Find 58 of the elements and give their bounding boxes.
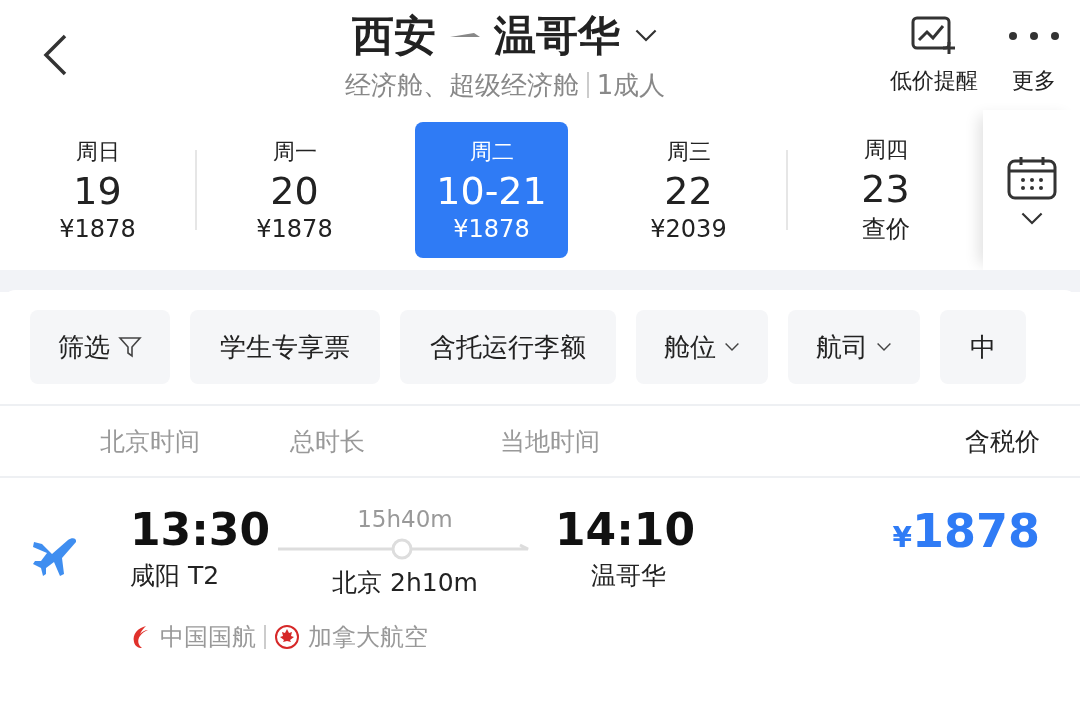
price-alert-button[interactable]: 低价提醒 (890, 14, 978, 96)
maple-leaf-logo-icon (274, 624, 300, 650)
filter-chip[interactable]: 筛选 (30, 310, 170, 384)
date-tab[interactable]: 周一 20 ¥1878 (218, 122, 371, 258)
arrival-city: 温哥华 (590, 560, 667, 592)
filter-chip[interactable]: 中 (940, 310, 1026, 384)
arrival-time: 14:10 (555, 504, 697, 555)
date-price: ¥1878 (59, 215, 136, 243)
airline-name: 加拿大航空 (308, 622, 428, 653)
column-header: 总时长 (290, 425, 365, 458)
expand-caret-icon (1019, 210, 1044, 226)
date: 23 (861, 167, 910, 211)
weekday: 周三 (666, 138, 711, 166)
calendar-icon (1005, 154, 1058, 201)
flight-duration: 15h40m (357, 506, 453, 532)
date: 20 (270, 169, 319, 213)
route-arrow-icon (450, 31, 480, 40)
weekday: 周日 (75, 138, 120, 166)
date-tab[interactable]: 周四 23 查价 (809, 122, 962, 258)
more-button[interactable]: 更多 (1008, 14, 1060, 96)
departure-airport: 咸阳 T2 (130, 560, 221, 592)
caret-icon (876, 342, 892, 352)
cabin-class: 经济舱、超级经济舱 (344, 68, 579, 102)
filter-chip[interactable]: 航司 (788, 310, 920, 384)
date: 19 (73, 169, 122, 213)
calendar-button[interactable] (983, 110, 1080, 270)
destination-city: 温哥华 (494, 9, 620, 62)
route-title[interactable]: 西安 温哥华 (352, 7, 658, 64)
departure-time: 13:30 (130, 504, 272, 555)
date-tab[interactable]: 周三 22 ¥2039 (612, 122, 765, 258)
filter-icon (118, 335, 142, 359)
filter-chip[interactable]: 含托运行李额 (400, 310, 616, 384)
dropdown-caret-icon (634, 28, 658, 43)
column-header: 含税价 (965, 425, 1040, 458)
date-price: ¥1878 (256, 215, 333, 243)
caret-icon (724, 342, 740, 352)
weekday: 周二 (469, 138, 514, 166)
flight-price: ¥1878 (892, 504, 1040, 558)
date-price: ¥2039 (650, 215, 727, 243)
filter-chip[interactable]: 舱位 (636, 310, 768, 384)
passenger-count: 1成人 (596, 68, 666, 102)
back-icon (41, 33, 69, 77)
airline-name: 中国国航 (160, 622, 256, 653)
filter-chip[interactable]: 学生专享票 (190, 310, 380, 384)
date-tab[interactable]: 周日 19 ¥1878 (21, 122, 174, 258)
date-price: 查价 (861, 214, 910, 245)
origin-city: 西安 (352, 9, 436, 62)
stopover: 北京 2h10m (332, 567, 478, 599)
column-header: 北京时间 (100, 425, 200, 458)
more-icon (1008, 31, 1060, 41)
weekday: 周四 (863, 136, 908, 164)
date: 22 (664, 169, 713, 213)
weekday: 周一 (272, 138, 317, 166)
chart-plus-icon (911, 16, 957, 56)
date-tab[interactable]: 周二 10-21 ¥1878 (415, 122, 568, 258)
date-price: ¥1878 (453, 215, 530, 243)
date: 10-21 (436, 169, 547, 213)
column-header: 当地时间 (500, 425, 600, 458)
